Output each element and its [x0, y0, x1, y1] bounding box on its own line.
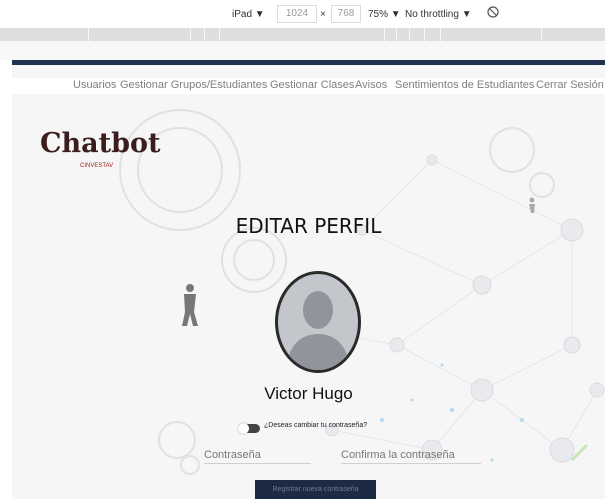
password-field[interactable]: Contraseña: [204, 449, 311, 464]
zoom-select[interactable]: 75% ▼: [368, 9, 401, 20]
height-input[interactable]: 768: [331, 5, 361, 23]
device-select[interactable]: iPad ▼: [232, 9, 265, 20]
avatar[interactable]: [275, 271, 361, 373]
user-silhouette-icon: [286, 291, 350, 370]
page-viewport: Usuarios Gestionar Grupos/Estudiantes Ge…: [12, 60, 605, 499]
media-query-ruler[interactable]: [0, 28, 605, 41]
nav-item-sentimientos[interactable]: Sentimientos de Estudiantes: [395, 79, 534, 91]
change-password-toggle[interactable]: [238, 423, 260, 434]
user-name: Victor Hugo: [264, 384, 353, 403]
change-password-label: ¿Deseas cambiar tu contraseña?: [264, 422, 368, 429]
top-accent-bar: [12, 60, 605, 65]
page-title: EDITAR PERFIL: [235, 214, 382, 238]
rotate-icon[interactable]: [486, 5, 500, 22]
nav-item-usuarios[interactable]: Usuarios: [73, 79, 116, 91]
register-password-button[interactable]: Registrar nueva contraseña: [255, 480, 376, 499]
device-ruler: [0, 41, 605, 60]
nav-item-cerrar-sesion[interactable]: Cerrar Sesión: [536, 79, 604, 91]
dimension-separator: ×: [320, 9, 326, 20]
main-nav: Usuarios Gestionar Grupos/Estudiantes Ge…: [12, 78, 605, 94]
devtools-device-bar: iPad ▼ 1024 × 768 75% ▼ No throttling ▼: [0, 0, 605, 60]
width-input[interactable]: 1024: [277, 5, 317, 23]
device-toolbar: iPad ▼ 1024 × 768 75% ▼ No throttling ▼: [0, 0, 605, 28]
logo-mark: Chatbot: [40, 128, 160, 159]
confirm-password-field[interactable]: Confirma la contraseña: [341, 449, 481, 464]
logo-text: hatbot: [61, 128, 161, 159]
nav-item-grupos[interactable]: Gestionar Grupos/Estudiantes: [120, 79, 267, 91]
logo-subtitle: CINVESTAV: [80, 163, 114, 169]
nav-item-clases[interactable]: Gestionar Clases: [270, 79, 354, 91]
logo-c-icon: C: [40, 128, 62, 159]
nav-item-avisos[interactable]: Avisos: [355, 79, 387, 91]
throttle-select[interactable]: No throttling ▼: [405, 9, 472, 20]
